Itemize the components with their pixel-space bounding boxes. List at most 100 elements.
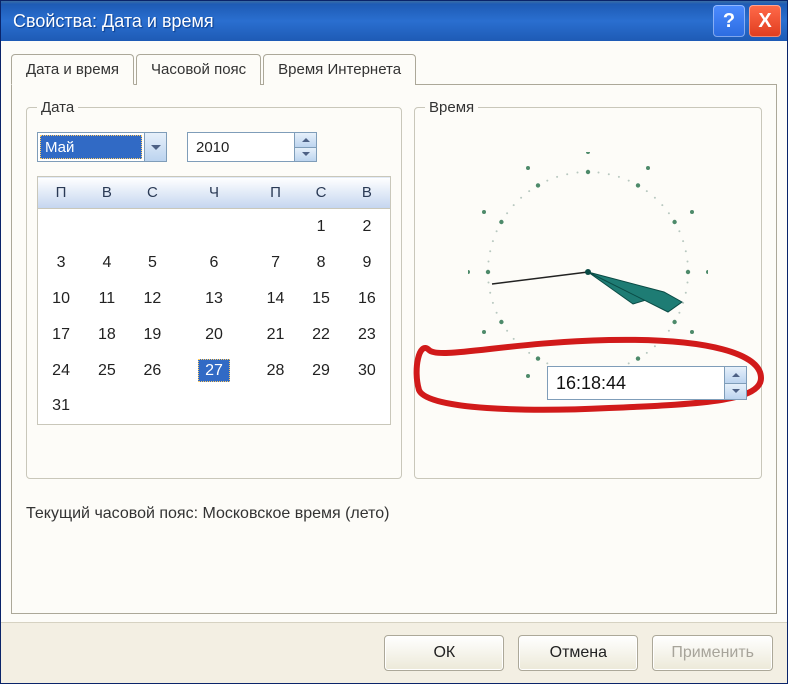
year-spinner[interactable]: 2010 [187, 132, 317, 162]
calendar-cell[interactable]: 30 [344, 353, 391, 389]
titlebar[interactable]: Свойства: Дата и время ? X [1, 1, 787, 41]
tabpanel: Дата Май 2010 [11, 84, 777, 614]
calendar-row: 24252627282930 [38, 353, 391, 389]
calendar-cell [344, 389, 391, 425]
calendar-row: 10111213141516 [38, 281, 391, 317]
calendar-cell[interactable]: 4 [84, 245, 130, 281]
time-group-label: Время [425, 99, 478, 116]
calendar-cell[interactable]: 22 [298, 317, 344, 353]
calendar-cell[interactable]: 12 [130, 281, 176, 317]
calendar-cell[interactable]: 28 [253, 353, 299, 389]
calendar-cell[interactable]: 11 [84, 281, 130, 317]
calendar-cell[interactable]: 7 [253, 245, 299, 281]
calendar-cell [298, 389, 344, 425]
calendar-body: 1234567891011121314151617181920212223242… [38, 209, 391, 425]
calendar-cell[interactable]: 8 [298, 245, 344, 281]
calendar-row: 17181920212223 [38, 317, 391, 353]
calendar-cell [38, 209, 85, 245]
weekday-header: С [298, 177, 344, 209]
calendar-cell[interactable]: 6 [175, 245, 253, 281]
calendar-cell [130, 389, 176, 425]
tab-date-time[interactable]: Дата и время [11, 54, 134, 85]
calendar-cell[interactable]: 17 [38, 317, 85, 353]
calendar-cell[interactable]: 15 [298, 281, 344, 317]
tabstrip: Дата и время Часовой пояс Время Интернет… [11, 53, 777, 84]
tab-internet-time[interactable]: Время Интернета [263, 54, 416, 85]
tab-label: Часовой пояс [151, 61, 246, 78]
clock-second-hand [492, 272, 588, 284]
button-row: ОК Отмена Применить [1, 622, 787, 683]
calendar-cell[interactable]: 27 [175, 353, 253, 389]
year-value: 2010 [188, 133, 294, 161]
chevron-down-icon [732, 389, 740, 393]
calendar-cell [175, 209, 253, 245]
calendar-cell [84, 209, 130, 245]
button-label: ОК [433, 644, 455, 662]
calendar-cell [84, 389, 130, 425]
apply-button[interactable]: Применить [652, 635, 773, 671]
calendar-cell [175, 389, 253, 425]
chevron-down-icon [151, 145, 161, 150]
calendar-cell [253, 209, 299, 245]
calendar-cell[interactable]: 3 [38, 245, 85, 281]
calendar-cell[interactable]: 31 [38, 389, 85, 425]
calendar-cell[interactable]: 29 [298, 353, 344, 389]
calendar-cell[interactable]: 10 [38, 281, 85, 317]
date-group-label: Дата [37, 99, 78, 116]
top-row: Дата Май 2010 [26, 99, 762, 479]
help-icon: ? [723, 10, 735, 33]
date-groupbox: Дата Май 2010 [26, 99, 402, 479]
calendar-row: 3456789 [38, 245, 391, 281]
month-value: Май [40, 135, 142, 159]
tab-label: Дата и время [26, 61, 119, 78]
close-icon: X [758, 10, 771, 33]
weekday-header: П [253, 177, 299, 209]
calendar-row: 12 [38, 209, 391, 245]
cancel-button[interactable]: Отмена [518, 635, 638, 671]
time-up-button[interactable] [725, 367, 746, 383]
calendar[interactable]: П В С Ч П С В 12345678910111213141516171… [37, 176, 391, 425]
calendar-cell[interactable]: 24 [38, 353, 85, 389]
weekday-header: С [130, 177, 176, 209]
time-value: 16:18:44 [548, 367, 724, 399]
calendar-cell[interactable]: 23 [344, 317, 391, 353]
calendar-cell[interactable]: 9 [344, 245, 391, 281]
calendar-cell[interactable]: 5 [130, 245, 176, 281]
month-dropdown-button[interactable] [144, 133, 166, 161]
calendar-cell[interactable]: 13 [175, 281, 253, 317]
time-input[interactable]: 16:18:44 [547, 366, 747, 400]
calendar-cell[interactable]: 14 [253, 281, 299, 317]
button-label: Применить [671, 644, 754, 662]
year-spin-buttons [294, 133, 316, 161]
dialog-window: Свойства: Дата и время ? X Дата и время … [0, 0, 788, 684]
date-controls: Май 2010 [37, 132, 391, 162]
tab-timezone[interactable]: Часовой пояс [136, 54, 261, 85]
time-down-button[interactable] [725, 383, 746, 400]
calendar-cell[interactable]: 18 [84, 317, 130, 353]
calendar-row: 31 [38, 389, 391, 425]
year-down-button[interactable] [295, 147, 316, 162]
calendar-cell[interactable]: 16 [344, 281, 391, 317]
ok-button[interactable]: ОК [384, 635, 504, 671]
dialog-body: Дата и время Часовой пояс Время Интернет… [1, 41, 787, 622]
calendar-cell[interactable]: 21 [253, 317, 299, 353]
weekday-header: Ч [175, 177, 253, 209]
calendar-cell[interactable]: 20 [175, 317, 253, 353]
timezone-status: Текущий часовой пояс: Московское время (… [26, 505, 762, 523]
calendar-cell[interactable]: 1 [298, 209, 344, 245]
help-button[interactable]: ? [713, 5, 745, 37]
close-button[interactable]: X [749, 5, 781, 37]
analog-clock [468, 152, 708, 392]
weekday-header: В [344, 177, 391, 209]
month-combo[interactable]: Май [37, 132, 167, 162]
calendar-cell[interactable]: 19 [130, 317, 176, 353]
button-label: Отмена [550, 644, 607, 662]
calendar-cell[interactable]: 26 [130, 353, 176, 389]
year-up-button[interactable] [295, 133, 316, 147]
calendar-cell[interactable]: 25 [84, 353, 130, 389]
calendar-cell[interactable]: 2 [344, 209, 391, 245]
tab-label: Время Интернета [278, 61, 401, 78]
time-groupbox: Время [414, 99, 762, 479]
calendar-header-row: П В С Ч П С В [38, 177, 391, 209]
calendar-cell [253, 389, 299, 425]
